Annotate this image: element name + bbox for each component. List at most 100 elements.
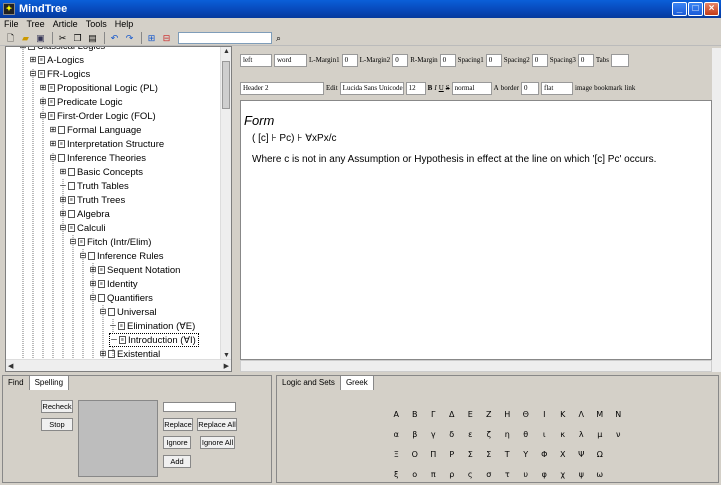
collapse-icon[interactable]: ⊟ [89, 294, 97, 302]
tab-find[interactable]: Find [3, 376, 30, 390]
tree-node[interactable]: ⊞ Basic Concepts [59, 165, 143, 179]
greek-symbol-button[interactable]: χ [554, 470, 573, 479]
collapse-icon[interactable]: ⊟ [49, 154, 57, 162]
greek-symbol-button[interactable]: Ι [535, 410, 554, 419]
greek-symbol-button[interactable]: Δ [443, 410, 462, 419]
tab-logic-and-sets[interactable]: Logic and Sets [277, 376, 341, 390]
minimize-button[interactable]: _ [672, 2, 687, 16]
font-size-select[interactable]: 12 [405, 81, 426, 95]
paste-icon[interactable]: ▤ [86, 32, 99, 44]
greek-symbol-button[interactable]: Μ [591, 410, 610, 419]
maximize-button[interactable]: □ [688, 2, 703, 16]
replace-button[interactable]: Replace [163, 418, 193, 431]
scroll-left-icon[interactable]: ◀ [8, 362, 13, 370]
collapse-icon[interactable]: ⊟ [79, 252, 87, 260]
greek-symbol-button[interactable]: κ [554, 430, 573, 439]
new-icon[interactable]: 🗋 [4, 32, 17, 44]
search-input[interactable] [178, 31, 272, 44]
greek-symbol-button[interactable]: Σ [461, 450, 480, 459]
greek-symbol-button[interactable]: ζ [480, 430, 499, 439]
greek-symbol-button[interactable]: Γ [424, 410, 443, 419]
tree-node[interactable]: ⊟ ≡ FR-Logics [29, 67, 91, 81]
greek-symbol-button[interactable]: Σ [480, 450, 499, 459]
tree-node[interactable]: ⊟ Universal [99, 305, 157, 319]
image-button[interactable]: image [575, 84, 592, 92]
tree-node[interactable]: ⊟ ≡ Fitch (Intr/Elim) [69, 235, 152, 249]
collapse-icon[interactable]: ⊟ [29, 70, 37, 78]
spacing1-field[interactable]: 0 [485, 53, 502, 67]
tree-node[interactable]: ⊟ ≡ First-Order Logic (FOL) [39, 109, 156, 123]
replace-all-button[interactable]: Replace All [197, 418, 237, 431]
greek-symbol-button[interactable]: β [406, 430, 425, 439]
stop-button[interactable]: Stop [41, 418, 73, 431]
search-icon[interactable]: ⌕ [272, 32, 285, 44]
greek-symbol-button[interactable]: Κ [554, 410, 573, 419]
edit-style-button[interactable]: Edit [326, 84, 338, 92]
bold-button[interactable]: B [428, 84, 433, 92]
menu-help[interactable]: Help [115, 19, 134, 29]
collapse-icon[interactable]: ⊟ [39, 112, 47, 120]
greek-symbol-button[interactable]: υ [517, 470, 536, 479]
greek-symbol-button[interactable]: ο [406, 470, 425, 479]
greek-symbol-button[interactable]: Υ [517, 450, 536, 459]
greek-symbol-button[interactable]: λ [572, 430, 591, 439]
greek-symbol-button[interactable]: α [387, 430, 406, 439]
editor-horizontal-scrollbar[interactable] [240, 360, 712, 372]
greek-symbol-button[interactable]: Λ [572, 410, 591, 419]
greek-symbol-button[interactable]: ς [461, 470, 480, 479]
font-color-button[interactable]: A [494, 84, 499, 92]
article-editor[interactable]: Form ( [c] ⊦ Pc) ⊦ ∀xPx/c Where c is not… [240, 100, 712, 360]
recheck-button[interactable]: Recheck [41, 400, 73, 413]
expand-icon[interactable]: ⊞ [39, 84, 47, 92]
r-margin-field[interactable]: 0 [439, 53, 456, 67]
greek-symbol-button[interactable]: Ξ [387, 450, 406, 459]
greek-symbol-button[interactable]: Χ [554, 450, 573, 459]
weight-select[interactable]: normal [451, 81, 492, 95]
greek-symbol-button[interactable]: τ [498, 470, 517, 479]
ignore-button[interactable]: Ignore [163, 436, 191, 449]
greek-symbol-button[interactable]: ω [591, 470, 610, 479]
redo-icon[interactable]: ↷ [123, 32, 136, 44]
expand-icon[interactable]: ⊞ [59, 168, 67, 176]
font-select[interactable]: Lucida Sans Unicode [339, 81, 404, 95]
border-field[interactable]: 0 [521, 81, 539, 95]
greek-symbol-button[interactable]: δ [443, 430, 462, 439]
scroll-down-icon[interactable]: ▼ [223, 352, 230, 359]
scroll-up-icon[interactable]: ▲ [223, 48, 230, 55]
remove-node-icon[interactable]: ⊟ [160, 32, 173, 44]
greek-symbol-button[interactable]: ψ [572, 470, 591, 479]
strike-button[interactable]: S [446, 84, 450, 92]
add-node-icon[interactable]: ⊞ [145, 32, 158, 44]
tree-node[interactable]: ⊟ Inference Rules [79, 249, 164, 263]
expand-icon[interactable]: ⊞ [29, 56, 37, 64]
tree-node[interactable]: ⊞ ≡ Interpretation Structure [49, 137, 165, 151]
tree-node[interactable]: ⊞ ≡ A-Logics [29, 53, 84, 67]
menu-article[interactable]: Article [53, 19, 78, 29]
tree-horizontal-scrollbar[interactable]: ◀ ▶ [6, 359, 231, 371]
menu-file[interactable]: File [4, 19, 19, 29]
tree-node[interactable]: ─ ≡ Elimination (∀E) [109, 319, 195, 333]
expand-icon[interactable]: ⊞ [99, 350, 107, 358]
greek-symbol-button[interactable]: Τ [498, 450, 517, 459]
italic-button[interactable]: I [434, 84, 436, 92]
collapse-icon[interactable]: ⊟ [59, 224, 67, 232]
l-margin2-field[interactable]: 0 [392, 53, 409, 67]
underline-button[interactable]: U [439, 84, 444, 92]
tab-spelling[interactable]: Spelling [29, 376, 70, 390]
greek-symbol-button[interactable]: Ψ [572, 450, 591, 459]
greek-symbol-button[interactable]: η [498, 430, 517, 439]
tree-node[interactable]: ⊞ Algebra [59, 207, 110, 221]
greek-symbol-button[interactable]: ξ [387, 470, 406, 479]
link-button[interactable]: link [625, 84, 636, 92]
greek-symbol-button[interactable]: Β [406, 410, 425, 419]
tree-node[interactable]: ⊟ ≡ Calculi [59, 221, 106, 235]
open-icon[interactable]: ▰ [19, 32, 32, 44]
tree-node[interactable]: ⊞ ≡ Predicate Logic [39, 95, 123, 109]
tree-node[interactable]: ⊞ ≡ Identity [89, 277, 138, 291]
expand-icon[interactable]: ⊞ [89, 266, 97, 274]
tree-node[interactable]: ⊞ ≡ Truth Trees [59, 193, 126, 207]
wrap-select[interactable]: word [274, 53, 307, 67]
relief-select[interactable]: flat [541, 81, 573, 95]
greek-symbol-button[interactable]: Ζ [480, 410, 499, 419]
greek-symbol-button[interactable]: Ρ [443, 450, 462, 459]
